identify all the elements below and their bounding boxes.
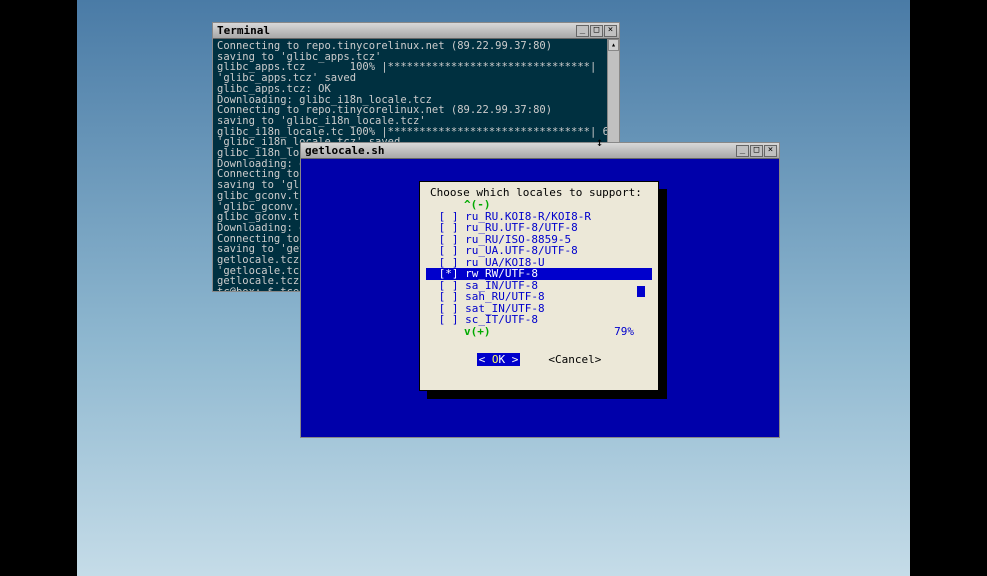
- locale-item[interactable]: [ ] sc_IT/UTF-8: [426, 314, 652, 326]
- locale-item[interactable]: [*] rw_RW/UTF-8: [426, 268, 652, 280]
- maximize-button[interactable]: □: [590, 25, 603, 37]
- locale-item[interactable]: [ ] ru_UA.UTF-8/UTF-8: [426, 245, 652, 257]
- scroll-percent: 79%: [614, 326, 652, 338]
- cancel-button[interactable]: <Cancel>: [548, 353, 601, 366]
- ok-button[interactable]: < OK >: [477, 353, 521, 366]
- scroll-up-icon[interactable]: ▴: [608, 39, 619, 51]
- scroll-down-indicator: v(+)79%: [426, 326, 652, 338]
- locale-item[interactable]: [ ] sah_RU/UTF-8: [426, 291, 652, 303]
- terminal-titlebar[interactable]: Terminal _ □ ×: [213, 23, 619, 39]
- resize-cursor-icon: ↕: [596, 135, 603, 149]
- locale-dialog: Choose which locales to support: ^(-) [ …: [419, 181, 659, 391]
- dialog-title: getlocale.sh: [303, 144, 736, 157]
- close-button[interactable]: ×: [764, 145, 777, 157]
- dialog-body: Choose which locales to support: ^(-) [ …: [301, 159, 779, 437]
- list-scrollbar-thumb[interactable]: [637, 286, 645, 297]
- dialog-prompt: Choose which locales to support:: [420, 182, 658, 199]
- dialog-titlebar[interactable]: ↕ getlocale.sh _ □ ×: [301, 143, 779, 159]
- dialog-buttons: < OK > <Cancel>: [420, 353, 658, 366]
- close-button[interactable]: ×: [604, 25, 617, 37]
- scroll-up-indicator: ^(-): [426, 199, 652, 211]
- getlocale-window: ↕ getlocale.sh _ □ × Choose which locale…: [300, 142, 780, 438]
- maximize-button[interactable]: □: [750, 145, 763, 157]
- minimize-button[interactable]: _: [736, 145, 749, 157]
- locale-list[interactable]: ^(-) [ ] ru_RU.KOI8-R/KOI8-R [ ] ru_RU.U…: [426, 199, 652, 339]
- locale-item[interactable]: [ ] ru_RU.UTF-8/UTF-8: [426, 222, 652, 234]
- terminal-title: Terminal: [215, 24, 576, 37]
- minimize-button[interactable]: _: [576, 25, 589, 37]
